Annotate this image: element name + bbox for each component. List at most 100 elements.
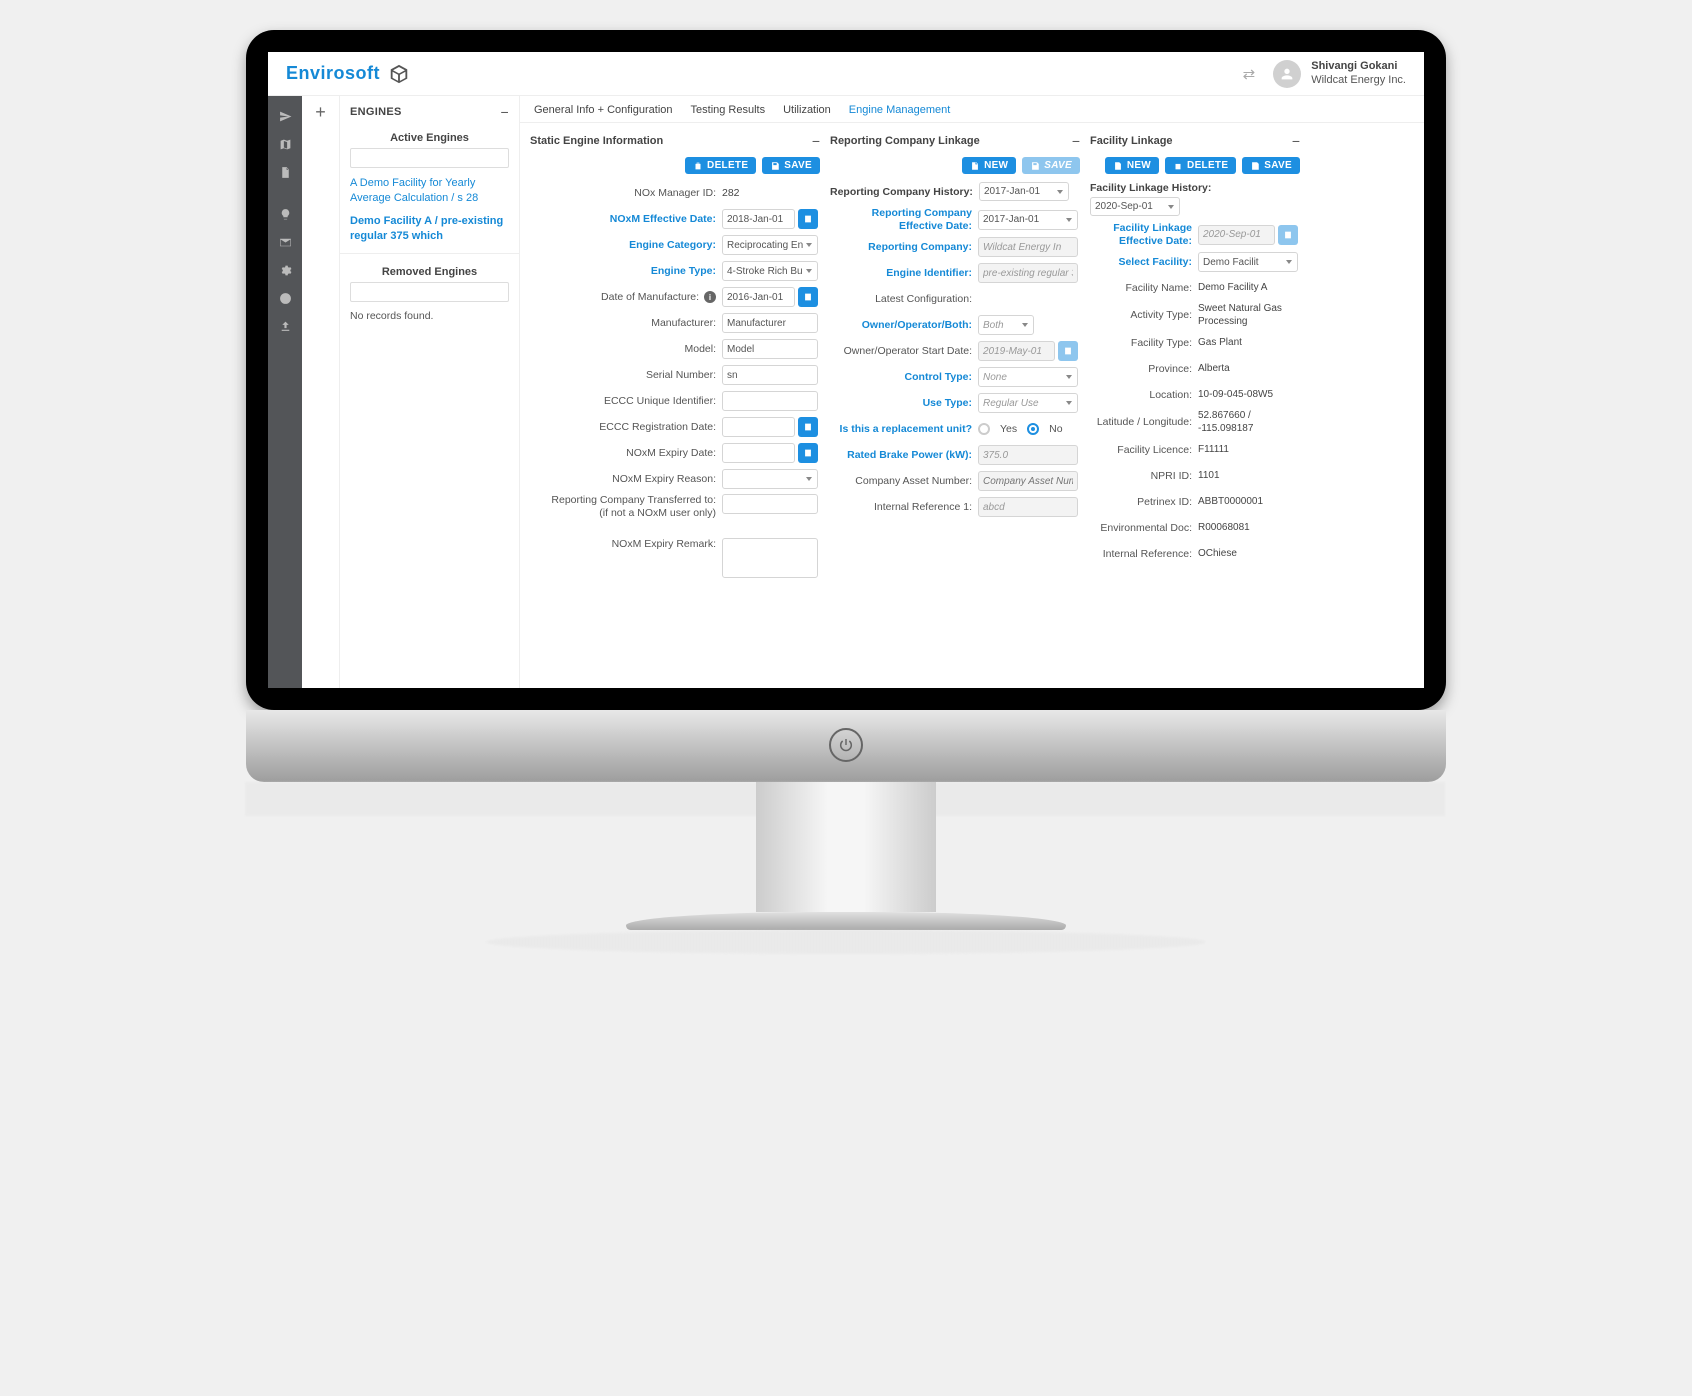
facility-eff-label: Facility Linkage Effective Date: (1090, 222, 1192, 247)
nav-send-icon[interactable] (268, 102, 302, 130)
tab-general[interactable]: General Info + Configuration (534, 104, 673, 116)
nav-mail-icon[interactable] (268, 228, 302, 256)
brand-name: Envirosoft (286, 63, 380, 84)
report-company-label: Reporting Company: (830, 241, 972, 254)
user-menu[interactable]: Shivangi Gokani Wildcat Energy Inc. (1273, 60, 1406, 88)
eccc-uid-input[interactable] (722, 391, 818, 411)
user-name: Shivangi Gokani (1311, 60, 1406, 74)
nav-file-icon[interactable] (268, 158, 302, 186)
tab-engine-management[interactable]: Engine Management (849, 104, 951, 116)
transferred-input[interactable] (722, 494, 818, 514)
new-button[interactable]: NEW (962, 157, 1016, 174)
sidebar (268, 96, 302, 688)
noxm-eff-date-input[interactable] (722, 209, 795, 229)
info-icon[interactable]: i (704, 291, 716, 303)
facility-history-select[interactable]: 2020-Sep-01 (1090, 197, 1180, 216)
expiry-reason-select[interactable] (722, 469, 818, 489)
power-icon (829, 728, 863, 762)
collapse-icon[interactable]: − (1072, 133, 1080, 149)
nav-map-icon[interactable] (268, 130, 302, 158)
replacement-no-radio[interactable] (1027, 423, 1039, 435)
calendar-icon[interactable] (798, 209, 818, 229)
save-button[interactable]: SAVE (1022, 157, 1080, 174)
manufacturer-input[interactable] (722, 313, 818, 333)
select-facility-select[interactable]: Demo Facilit (1198, 252, 1298, 272)
power-input[interactable] (978, 445, 1078, 465)
calendar-icon[interactable] (1058, 341, 1078, 361)
facility-history-label: Facility Linkage History: (1090, 182, 1211, 194)
facility-name-value: Demo Facility A (1198, 282, 1298, 295)
save-button[interactable]: SAVE (1242, 157, 1300, 174)
add-column-button[interactable]: + (302, 96, 340, 688)
calendar-icon[interactable] (798, 417, 818, 437)
engine-id-input[interactable] (978, 263, 1078, 283)
nav-upload-icon[interactable] (268, 312, 302, 340)
engine-type-label: Engine Type: (530, 265, 716, 278)
latlon-value: 52.867660 / -115.098187 (1198, 410, 1298, 435)
sync-icon[interactable]: ⇄ (1243, 65, 1256, 83)
delete-button[interactable]: DELETE (685, 157, 756, 174)
tab-utilization[interactable]: Utilization (783, 104, 831, 116)
removed-engines-search[interactable] (350, 282, 509, 302)
model-input[interactable] (722, 339, 818, 359)
calendar-icon[interactable] (1278, 225, 1298, 245)
petrinex-value: ABBT0000001 (1198, 496, 1298, 509)
internal-ref-value: OChiese (1198, 548, 1298, 561)
envdoc-label: Environmental Doc: (1090, 522, 1192, 535)
facility-eff-input[interactable] (1198, 225, 1275, 245)
eccc-reg-label: ECCC Registration Date: (530, 421, 716, 434)
expiry-date-input[interactable] (722, 443, 795, 463)
dom-input[interactable] (722, 287, 795, 307)
latlon-label: Latitude / Longitude: (1090, 416, 1192, 429)
remark-textarea[interactable] (722, 538, 818, 578)
remark-label: NOxM Expiry Remark: (530, 538, 716, 551)
activity-type-label: Activity Type: (1090, 309, 1192, 322)
report-eff-select[interactable]: 2017-Jan-01 (978, 210, 1078, 230)
avatar-icon (1273, 60, 1301, 88)
delete-button[interactable]: DELETE (1165, 157, 1236, 174)
user-org: Wildcat Energy Inc. (1311, 74, 1406, 88)
report-eff-label: Reporting Company Effective Date: (830, 207, 972, 232)
collapse-icon[interactable]: − (1292, 133, 1300, 149)
tab-testing[interactable]: Testing Results (691, 104, 766, 116)
engine-link-2[interactable]: Demo Facility A / pre-existing regular 3… (350, 214, 509, 244)
use-type-select[interactable]: Regular Use (978, 393, 1078, 413)
new-button[interactable]: NEW (1105, 157, 1159, 174)
nav-gear-icon[interactable] (268, 256, 302, 284)
save-button[interactable]: SAVE (762, 157, 820, 174)
collapse-icon[interactable]: − (501, 104, 509, 120)
replacement-yes-radio[interactable] (978, 423, 990, 435)
report-history-select[interactable]: 2017-Jan-01 (979, 182, 1069, 201)
oo-start-input[interactable] (978, 341, 1055, 361)
calendar-icon[interactable] (798, 287, 818, 307)
active-engines-search[interactable] (350, 148, 509, 168)
nav-idea-icon[interactable] (268, 200, 302, 228)
engines-title: ENGINES (350, 106, 402, 118)
serial-input[interactable] (722, 365, 818, 385)
use-type-label: Use Type: (830, 397, 972, 410)
nav-add-icon[interactable] (268, 284, 302, 312)
nav-spacer (268, 186, 302, 200)
transferred-label: Reporting Company Transferred to: (if no… (530, 494, 716, 519)
collapse-icon[interactable]: − (812, 133, 820, 149)
static-panel-title: Static Engine Information (530, 135, 663, 147)
expiry-reason-label: NOxM Expiry Reason: (530, 473, 716, 486)
engine-link-1[interactable]: A Demo Facility for Yearly Average Calcu… (350, 176, 509, 206)
engine-category-select[interactable]: Reciprocating Engine (722, 235, 818, 255)
province-label: Province: (1090, 363, 1192, 376)
engine-type-select[interactable]: 4-Stroke Rich Burn (722, 261, 818, 281)
owner-operator-select[interactable]: Both (978, 315, 1034, 335)
brand-logo-block: Envirosoft (286, 63, 410, 85)
activity-type-value: Sweet Natural Gas Processing (1198, 303, 1298, 328)
eccc-reg-input[interactable] (722, 417, 795, 437)
removed-engines-heading: Removed Engines (350, 266, 509, 278)
ref1-input[interactable] (978, 497, 1078, 517)
asset-input[interactable] (978, 471, 1078, 491)
control-type-select[interactable]: None (978, 367, 1078, 387)
replacement-label: Is this a replacement unit? (830, 423, 972, 436)
asset-label: Company Asset Number: (830, 475, 972, 488)
report-company-input[interactable] (978, 237, 1078, 257)
noxm-eff-date-label: NOxM Effective Date: (530, 213, 716, 226)
petrinex-label: Petrinex ID: (1090, 496, 1192, 509)
calendar-icon[interactable] (798, 443, 818, 463)
